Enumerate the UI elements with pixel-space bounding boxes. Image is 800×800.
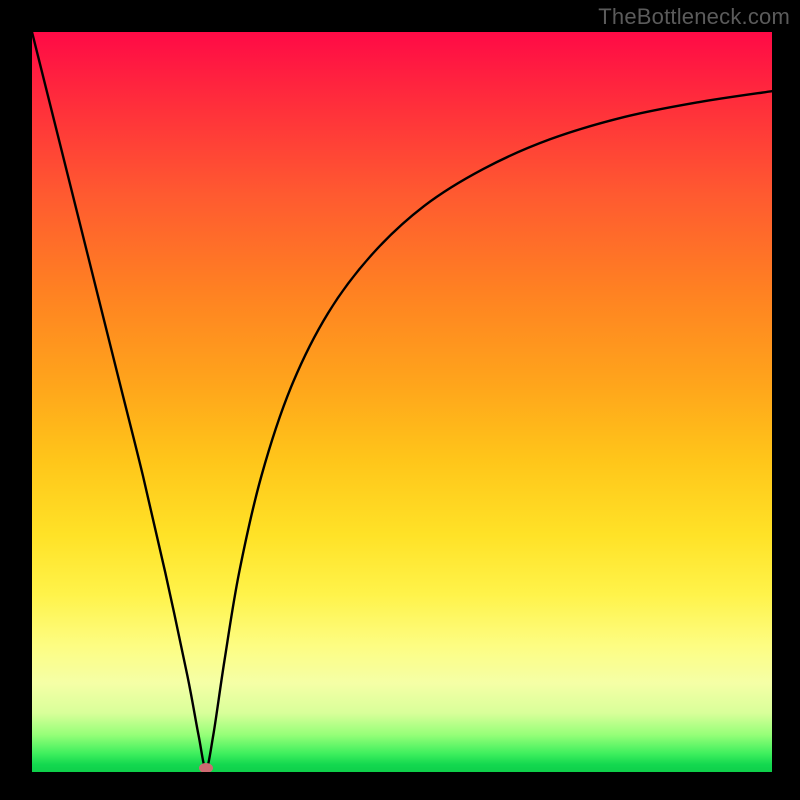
minimum-marker bbox=[199, 763, 213, 772]
bottleneck-curve bbox=[32, 32, 772, 772]
watermark-text: TheBottleneck.com bbox=[598, 4, 790, 30]
plot-area bbox=[32, 32, 772, 772]
chart-frame: TheBottleneck.com bbox=[0, 0, 800, 800]
